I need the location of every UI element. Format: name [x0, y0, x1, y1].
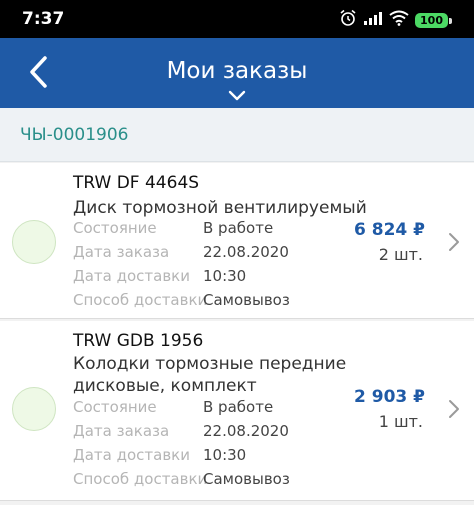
item-quantity: 2 шт.: [378, 245, 423, 264]
item-description: Колодки тормозные передние дисковые, ком…: [73, 353, 373, 397]
page-title: Мои заказы: [166, 58, 308, 84]
item-description-line: дисковые, комплект: [73, 376, 257, 396]
item-quantity: 1 шт.: [378, 412, 423, 431]
chevron-right-icon: [449, 233, 459, 251]
state-label: Состояние: [73, 398, 157, 416]
delivery-method-value: Самовывоз: [203, 470, 290, 488]
order-number: ЧЫ-0001906: [20, 125, 129, 145]
order-date-label: Дата заказа: [73, 422, 170, 440]
signal-icon: [363, 10, 383, 30]
status-indicator-icon: [12, 387, 56, 431]
status-time: 7:37: [22, 9, 65, 29]
status-indicator-icon: [12, 220, 56, 264]
item-price: 6 824 ₽: [354, 220, 425, 240]
order-item-card[interactable]: TRW DF 4464S Диск тормозной вентилируемы…: [0, 163, 474, 319]
chevron-right-icon: [449, 400, 459, 418]
status-bar: 7:37 100: [0, 0, 474, 38]
delivery-date-label: Дата доставки: [73, 446, 190, 464]
status-icons: 100: [339, 9, 452, 31]
wifi-icon: [389, 10, 409, 30]
order-number-header: ЧЫ-0001906: [0, 108, 474, 162]
delivery-method-label: Способ доставки: [73, 291, 208, 309]
delivery-date-value: 10:30: [203, 446, 247, 464]
delivery-date-label: Дата доставки: [73, 267, 190, 285]
state-value: В работе: [203, 398, 274, 416]
item-price: 2 903 ₽: [354, 387, 425, 407]
delivery-date-value: 10:30: [203, 267, 247, 285]
title-dropdown-button[interactable]: [226, 88, 248, 102]
delivery-method-value: Самовывоз: [203, 291, 290, 309]
app-bar: Мои заказы: [0, 38, 474, 108]
chevron-down-icon: [228, 90, 246, 101]
order-date-value: 22.08.2020: [203, 422, 289, 440]
alarm-icon: [339, 9, 357, 31]
order-item-card[interactable]: TRW GDB 1956 Колодки тормозные передние …: [0, 321, 474, 501]
item-description: Диск тормозной вентилируемый: [73, 198, 367, 218]
item-description-line: Колодки тормозные передние: [73, 354, 347, 374]
order-date-label: Дата заказа: [73, 243, 170, 261]
item-sku: TRW GDB 1956: [73, 331, 204, 351]
battery-icon: 100: [415, 12, 452, 28]
state-label: Состояние: [73, 219, 157, 237]
order-date-value: 22.08.2020: [203, 243, 289, 261]
item-sku: TRW DF 4464S: [73, 173, 200, 193]
state-value: В работе: [203, 219, 274, 237]
delivery-method-label: Способ доставки: [73, 470, 208, 488]
